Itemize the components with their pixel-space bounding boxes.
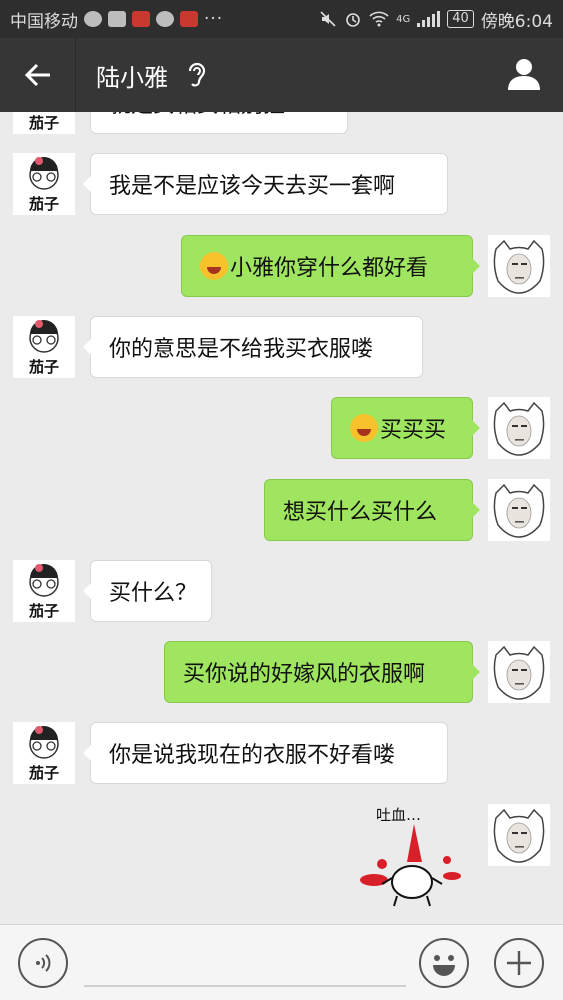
svg-text:茄子: 茄子 xyxy=(28,114,59,132)
message-bubble[interactable]: 我是不是应该今天去买一套啊 xyxy=(83,153,448,215)
weibo-icon xyxy=(132,11,150,27)
carrier-label: 中国移动 xyxy=(10,11,78,32)
svg-text:茄子: 茄子 xyxy=(28,195,59,213)
message-text: 小雅你穿什么都好看 xyxy=(230,256,429,281)
chat-area[interactable]: 茄子 就是女相女相别扭 茄子 我是不是应该今天去买一套啊 小雅你穿什么都好看 xyxy=(0,112,563,924)
contact-profile-button[interactable] xyxy=(507,58,541,94)
mute-icon xyxy=(320,11,336,27)
message-bubble[interactable]: 你是说我现在的衣服不好看喽 xyxy=(83,722,448,784)
wifi-icon xyxy=(369,11,389,27)
chat-header: 陆小雅 xyxy=(0,38,563,112)
message-bubble[interactable]: 小雅你穿什么都好看 xyxy=(181,235,480,297)
chat-title: 陆小雅 xyxy=(96,63,168,92)
message-bubble[interactable]: 买买买 xyxy=(331,397,480,459)
back-button[interactable] xyxy=(0,38,76,112)
message-bubble[interactable]: 买什么？ xyxy=(83,560,212,622)
more-functions-button[interactable] xyxy=(494,938,544,988)
contact-avatar[interactable]: 茄子 xyxy=(13,153,75,215)
self-avatar[interactable] xyxy=(488,641,550,703)
message-icon xyxy=(156,11,174,27)
wechat-icon xyxy=(84,11,102,27)
earpiece-mode-icon xyxy=(186,60,208,90)
app-icon xyxy=(108,11,126,27)
huawei-icon xyxy=(180,11,198,27)
message-bubble[interactable]: 买你说的好嫁风的衣服啊 xyxy=(164,641,480,703)
message-bubble[interactable]: 就是女相女相别扭 xyxy=(90,112,348,134)
contact-avatar[interactable]: 茄子 xyxy=(13,112,75,134)
message-text: 买买买 xyxy=(380,418,447,443)
signal-icon xyxy=(417,11,441,27)
contact-avatar[interactable]: 茄子 xyxy=(13,722,75,784)
status-bar: 中国移动 ··· 4G 40 傍晚6:04 xyxy=(0,0,563,38)
svg-text:茄子: 茄子 xyxy=(28,358,59,376)
more-notifications: ··· xyxy=(204,9,224,29)
input-bar xyxy=(0,924,563,1000)
alarm-icon xyxy=(346,13,360,27)
smiley-icon xyxy=(433,955,455,976)
laugh-cry-emoji-icon xyxy=(350,414,378,442)
laugh-cry-emoji-icon xyxy=(200,252,228,280)
voice-input-button[interactable] xyxy=(18,938,68,988)
battery-indicator: 40 xyxy=(447,10,474,28)
sticker-text: 吐血… xyxy=(376,806,421,824)
self-avatar[interactable] xyxy=(488,235,550,297)
message-input[interactable] xyxy=(84,985,406,987)
self-avatar[interactable] xyxy=(488,397,550,459)
contact-avatar[interactable]: 茄子 xyxy=(13,560,75,622)
back-arrow-icon xyxy=(24,63,50,87)
person-icon xyxy=(508,59,540,90)
plus-icon xyxy=(507,951,531,975)
message-bubble[interactable]: 想买什么买什么 xyxy=(264,479,480,541)
emoji-button[interactable] xyxy=(419,938,469,988)
voice-icon xyxy=(36,954,51,972)
network-type: 4G xyxy=(396,13,411,25)
message-bubble[interactable]: 你的意思是不给我买衣服喽 xyxy=(83,316,423,378)
svg-text:茄子: 茄子 xyxy=(28,602,59,620)
contact-avatar[interactable]: 茄子 xyxy=(13,316,75,378)
self-avatar[interactable] xyxy=(488,804,550,866)
spit-blood-sticker[interactable]: 吐血… xyxy=(352,802,472,912)
status-time: 傍晚6:04 xyxy=(480,11,553,32)
svg-text:茄子: 茄子 xyxy=(28,764,59,782)
self-avatar[interactable] xyxy=(488,479,550,541)
